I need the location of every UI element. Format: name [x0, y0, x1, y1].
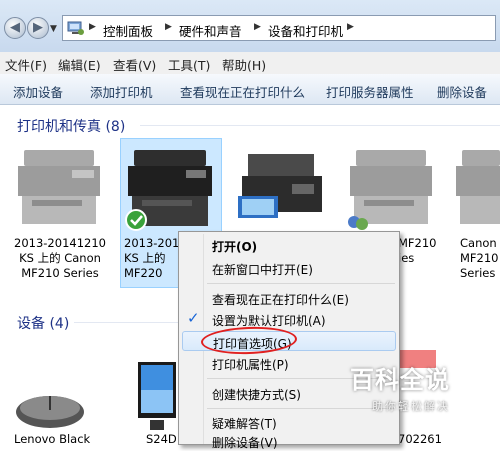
printer-label[interactable]: MF210 ies: [398, 236, 448, 266]
monitor-icon[interactable]: [134, 360, 178, 434]
printer-icon[interactable]: [234, 150, 330, 228]
breadcrumb-devices-printers[interactable]: 设备和打印机: [268, 21, 343, 40]
menu-separator: [207, 283, 395, 284]
breadcrumb-control-panel[interactable]: 控制面板: [103, 21, 153, 40]
menu-item-set-default[interactable]: ✓ 设置为默认打印机(A): [182, 309, 396, 329]
menu-item-label: 删除设备(V): [212, 436, 278, 450]
printer-icon[interactable]: [122, 140, 220, 232]
printer-icon[interactable]: [344, 140, 440, 232]
watermark-subtitle: 助你轻松解决: [372, 400, 450, 413]
checkmark-icon: ✓: [187, 309, 200, 327]
see-whats-printing-button[interactable]: 查看现在正在打印什么: [180, 82, 305, 101]
menu-item-label: 设置为默认打印机(A): [212, 314, 326, 328]
printers-group-header[interactable]: 打印机和传真 (8): [17, 116, 125, 136]
mouse-icon[interactable]: [12, 390, 88, 430]
menu-item-label: 打印机属性(P): [212, 358, 289, 372]
devices-group-header[interactable]: 设备 (4): [17, 313, 69, 333]
menu-item-label: 疑难解答(T): [212, 417, 277, 431]
menu-bar: 文件(F) 编辑(E) 查看(V) 工具(T) 帮助(H): [0, 52, 500, 75]
menu-edit[interactable]: 编辑(E): [58, 55, 101, 74]
breadcrumb-separator-icon[interactable]: ▶: [254, 22, 261, 32]
menu-view[interactable]: 查看(V): [113, 55, 156, 74]
command-toolbar: 添加设备 添加打印机 查看现在正在打印什么 打印服务器属性 删除设备: [0, 74, 500, 105]
menu-item-open-new-window[interactable]: 在新窗口中打开(E): [182, 258, 396, 278]
control-panel-icon: [67, 21, 84, 35]
breadcrumb-separator-icon[interactable]: ▶: [89, 22, 96, 32]
menu-tools[interactable]: 工具(T): [168, 55, 210, 74]
add-printer-button[interactable]: 添加打印机: [90, 82, 153, 101]
group-divider: [140, 125, 500, 126]
menu-item-open[interactable]: 打开(O): [182, 235, 396, 255]
menu-item-label: 创建快捷方式(S): [212, 388, 301, 402]
menu-item-label: 查看现在正在打印什么(E): [212, 293, 349, 307]
group-divider: [74, 322, 178, 323]
back-button[interactable]: ◀: [4, 17, 26, 39]
printer-label[interactable]: 2013-201 KS 上的 MF220: [124, 236, 184, 281]
printer-icon[interactable]: [12, 140, 108, 230]
address-bar-area: ◀ ▶ ▼ ▶ 控制面板 ▶ 硬件和声音 ▶ 设备和打印机 ▶: [0, 0, 500, 53]
forward-button[interactable]: ▶: [27, 17, 49, 39]
watermark-title: 百科全说: [350, 366, 450, 394]
recent-pages-dropdown-icon[interactable]: ▼: [50, 24, 57, 34]
menu-item-label: 打开(O): [212, 240, 258, 254]
breadcrumb-separator-icon[interactable]: ▶: [347, 22, 354, 32]
printer-icon[interactable]: [452, 140, 500, 232]
breadcrumb-separator-icon[interactable]: ▶: [165, 22, 172, 32]
address-field[interactable]: ▶ 控制面板 ▶ 硬件和声音 ▶ 设备和打印机 ▶: [62, 15, 496, 41]
menu-help[interactable]: 帮助(H): [222, 55, 266, 74]
printer-label[interactable]: Canon MF210 Series: [460, 236, 500, 281]
remove-device-button[interactable]: 删除设备: [437, 82, 487, 101]
menu-file[interactable]: 文件(F): [5, 55, 47, 74]
menu-item-label: 在新窗口中打开(E): [212, 263, 313, 277]
menu-item-see-whats-printing[interactable]: 查看现在正在打印什么(E): [182, 288, 396, 308]
menu-item-remove-device[interactable]: 删除设备(V): [182, 431, 396, 451]
print-server-properties-button[interactable]: 打印服务器属性: [326, 82, 414, 101]
printer-label[interactable]: 2013-20141210 KS 上的 Canon MF210 Series: [8, 236, 112, 281]
watermark-logo: 百科全说 助你轻松解决: [330, 360, 500, 420]
add-device-button[interactable]: 添加设备: [13, 82, 63, 101]
breadcrumb-hardware-sound[interactable]: 硬件和声音: [179, 21, 242, 40]
